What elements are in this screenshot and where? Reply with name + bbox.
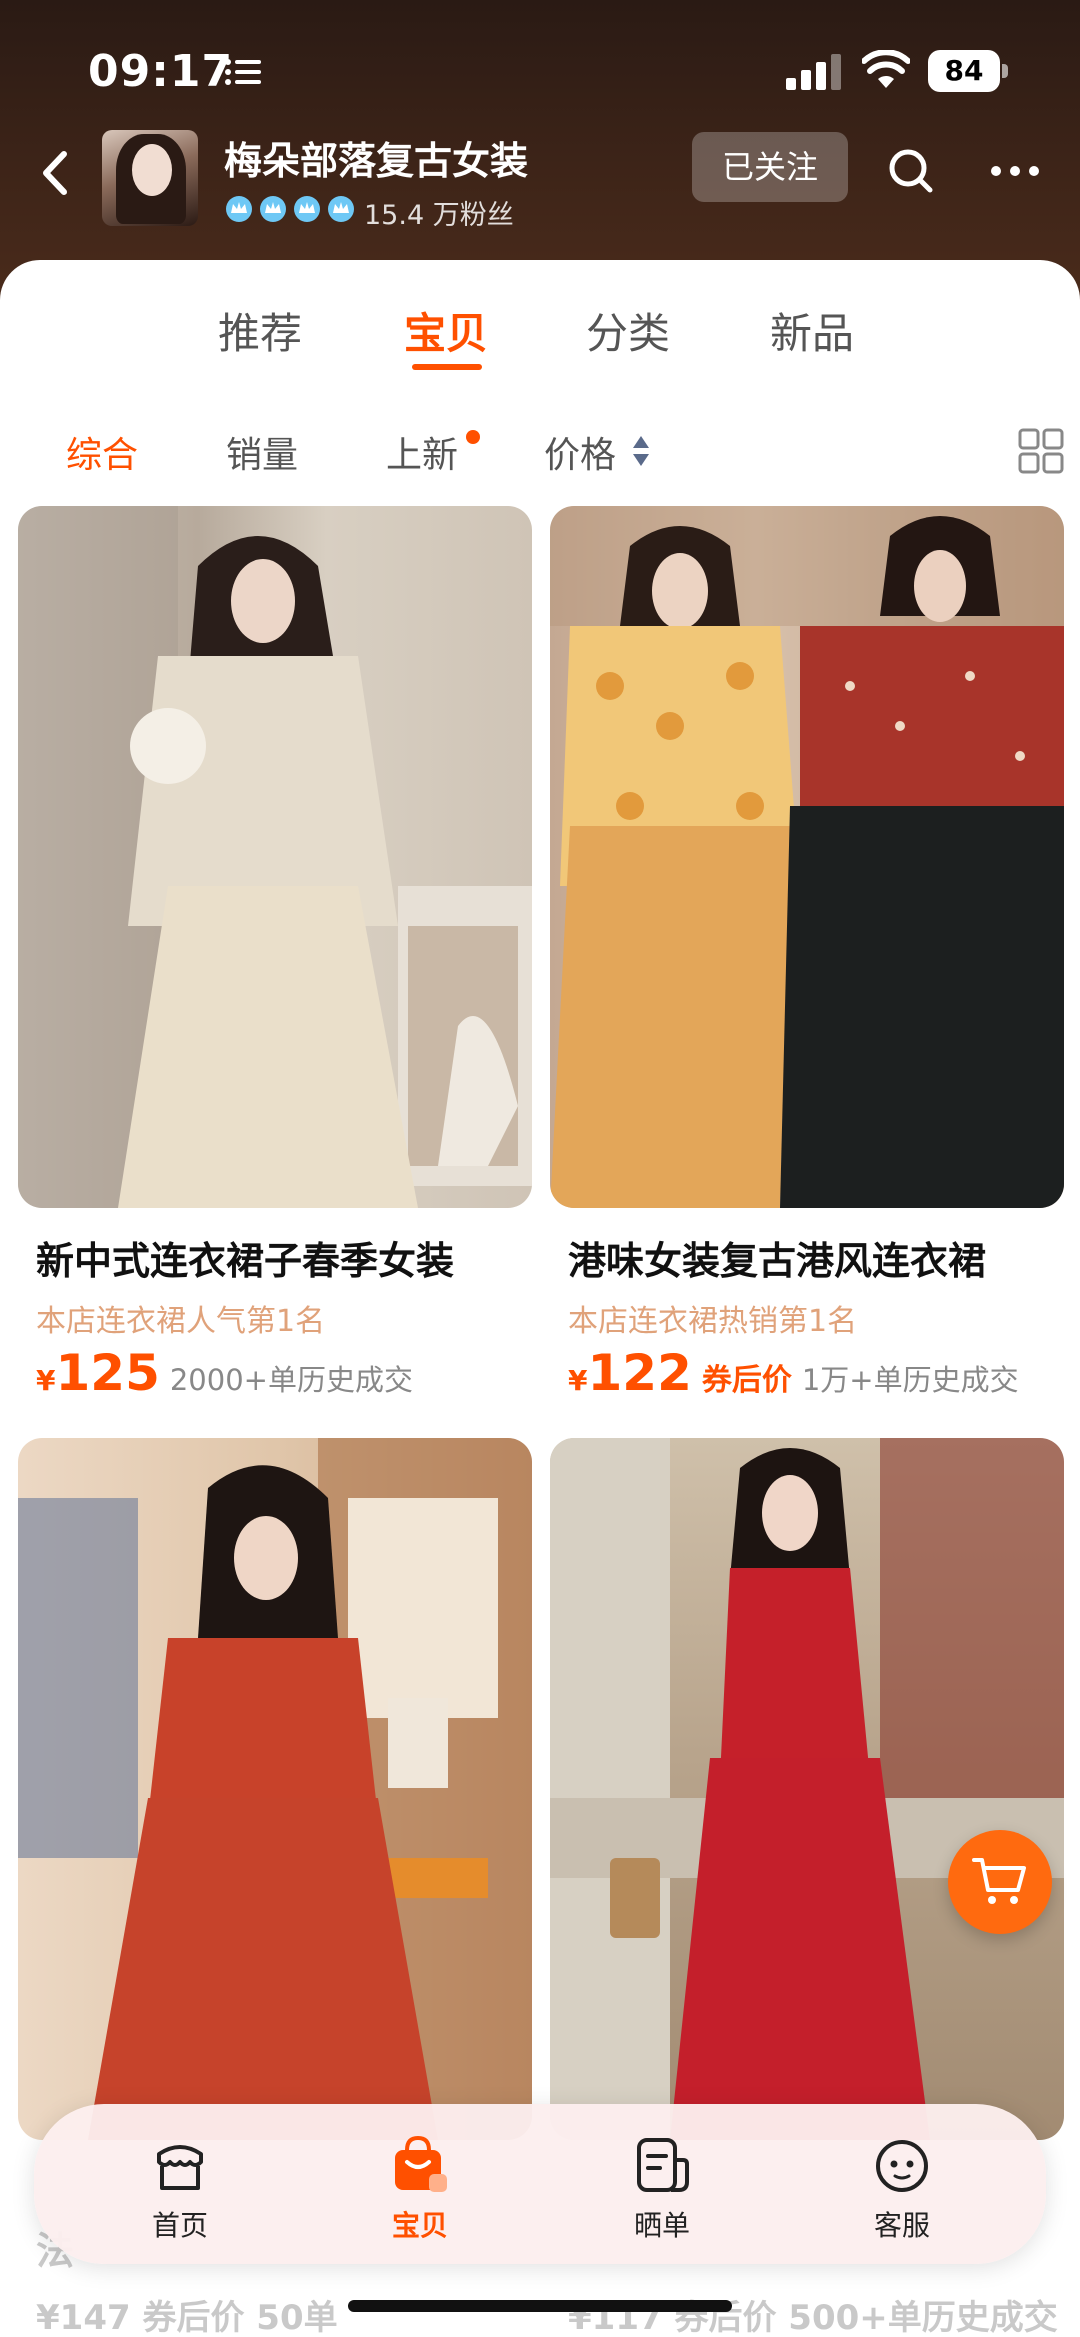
sold-count: 1万+单历史成交 [801, 1363, 1019, 1397]
home-indicator [348, 2300, 732, 2312]
product-price: 125 [55, 1344, 160, 1402]
follow-button[interactable]: 已关注 [692, 132, 848, 202]
crown-icon [260, 196, 286, 222]
partial-price-left: ¥147 券后价 50单 [36, 2298, 338, 2337]
product-card[interactable] [550, 1438, 1064, 2140]
nav-home[interactable]: 首页 [120, 2134, 240, 2244]
product-card[interactable] [18, 1438, 532, 2140]
filter-new-arrivals[interactable]: 上新 [386, 426, 458, 478]
shopping-bag-icon [395, 2135, 447, 2192]
product-price: 122 [587, 1344, 692, 1402]
filter-price[interactable]: 价格 [544, 426, 616, 478]
shop-name[interactable]: 梅朵部落复古女装 [224, 130, 528, 185]
status-bar: 09:17 84 [0, 0, 1080, 130]
tab-new[interactable]: 新品 [770, 300, 854, 361]
shop-header: 09:17 84 梅朵部落复古女装 15.4 万粉丝 已关注 [0, 0, 1080, 300]
more-icon[interactable] [990, 160, 1040, 182]
grid-view-icon[interactable] [1018, 428, 1064, 474]
product-photo-illustration [18, 1438, 532, 2140]
nav-products[interactable]: 宝贝 [360, 2134, 480, 2244]
status-time: 09:17 [88, 46, 234, 97]
product-image[interactable] [18, 1438, 532, 2140]
customer-service-icon [876, 2140, 928, 2192]
review-icon [637, 2138, 689, 2192]
battery-indicator: 84 [928, 50, 1008, 92]
fans-count: 15.4 万粉丝 [364, 200, 514, 231]
avatar-face [132, 144, 172, 196]
new-arrivals-dot [466, 430, 480, 444]
partial-price-right: ¥117 券后价 500+单历史成交 [568, 2298, 1058, 2337]
filter-overall[interactable]: 综合 [66, 426, 138, 478]
product-card[interactable]: 港味女装复古港风连衣裙 本店连衣裙热销第1名 ¥122 券后价 1万+单历史成交 [550, 506, 1064, 1402]
search-icon[interactable] [886, 146, 936, 196]
nav-label: 客服 [873, 2209, 930, 2242]
shop-level-badges [224, 194, 356, 224]
product-photo-illustration [550, 506, 1064, 1208]
signal-icon [786, 54, 841, 90]
sort-filters: 综合 销量 上新 价格 [0, 410, 1080, 490]
shop-home-icon [157, 2145, 203, 2190]
cart-button[interactable] [948, 1830, 1052, 1934]
product-rank: 本店连衣裙热销第1名 [568, 1304, 858, 1339]
battery-tip [1002, 64, 1008, 78]
currency-symbol: ¥ [568, 1364, 588, 1397]
tab-recommend[interactable]: 推荐 [218, 300, 302, 361]
coupon-price-label: 券后价 [701, 1363, 792, 1398]
nav-reviews[interactable]: 晒单 [602, 2134, 722, 2244]
tab-products[interactable]: 宝贝 [404, 300, 488, 361]
filter-sales[interactable]: 销量 [226, 426, 298, 478]
crown-icon [226, 196, 252, 222]
price-sort-icon[interactable] [632, 434, 650, 468]
product-card[interactable]: 新中式连衣裙子春季女装 本店连衣裙人气第1名 ¥125 2000+单历史成交 [18, 506, 532, 1402]
product-photo-illustration [18, 506, 532, 1208]
currency-symbol: ¥ [36, 1364, 56, 1397]
cart-icon [972, 1858, 1026, 1904]
nav-label: 晒单 [633, 2209, 690, 2242]
nav-label: 首页 [151, 2209, 208, 2242]
tab-category[interactable]: 分类 [586, 300, 670, 361]
product-title[interactable]: 港味女装复古港风连衣裙 [568, 1230, 986, 1285]
shop-tabs: 推荐 宝贝 分类 新品 [0, 260, 1080, 390]
product-rank: 本店连衣裙人气第1名 [36, 1304, 326, 1339]
wifi-icon [862, 50, 910, 88]
crown-icon [328, 196, 354, 222]
back-arrow-icon[interactable] [36, 148, 76, 198]
product-image[interactable] [550, 1438, 1064, 2140]
crown-icon [294, 196, 320, 222]
list-icon [225, 59, 261, 85]
price-row: ¥125 2000+单历史成交 [36, 1344, 413, 1404]
product-image[interactable] [18, 506, 532, 1208]
product-title[interactable]: 新中式连衣裙子春季女装 [36, 1230, 454, 1285]
shop-avatar[interactable] [102, 130, 198, 226]
product-image[interactable] [550, 506, 1064, 1208]
product-photo-illustration [550, 1438, 1064, 2140]
battery-level: 84 [928, 50, 1000, 92]
tab-active-underline [412, 364, 482, 370]
sold-count: 2000+单历史成交 [169, 1363, 413, 1397]
nav-label: 宝贝 [391, 2209, 448, 2242]
price-row: ¥122 券后价 1万+单历史成交 [568, 1344, 1019, 1404]
nav-customer-service[interactable]: 客服 [842, 2134, 962, 2244]
bottom-navigation: 首页 宝贝 晒单 客服 [34, 2104, 1046, 2264]
